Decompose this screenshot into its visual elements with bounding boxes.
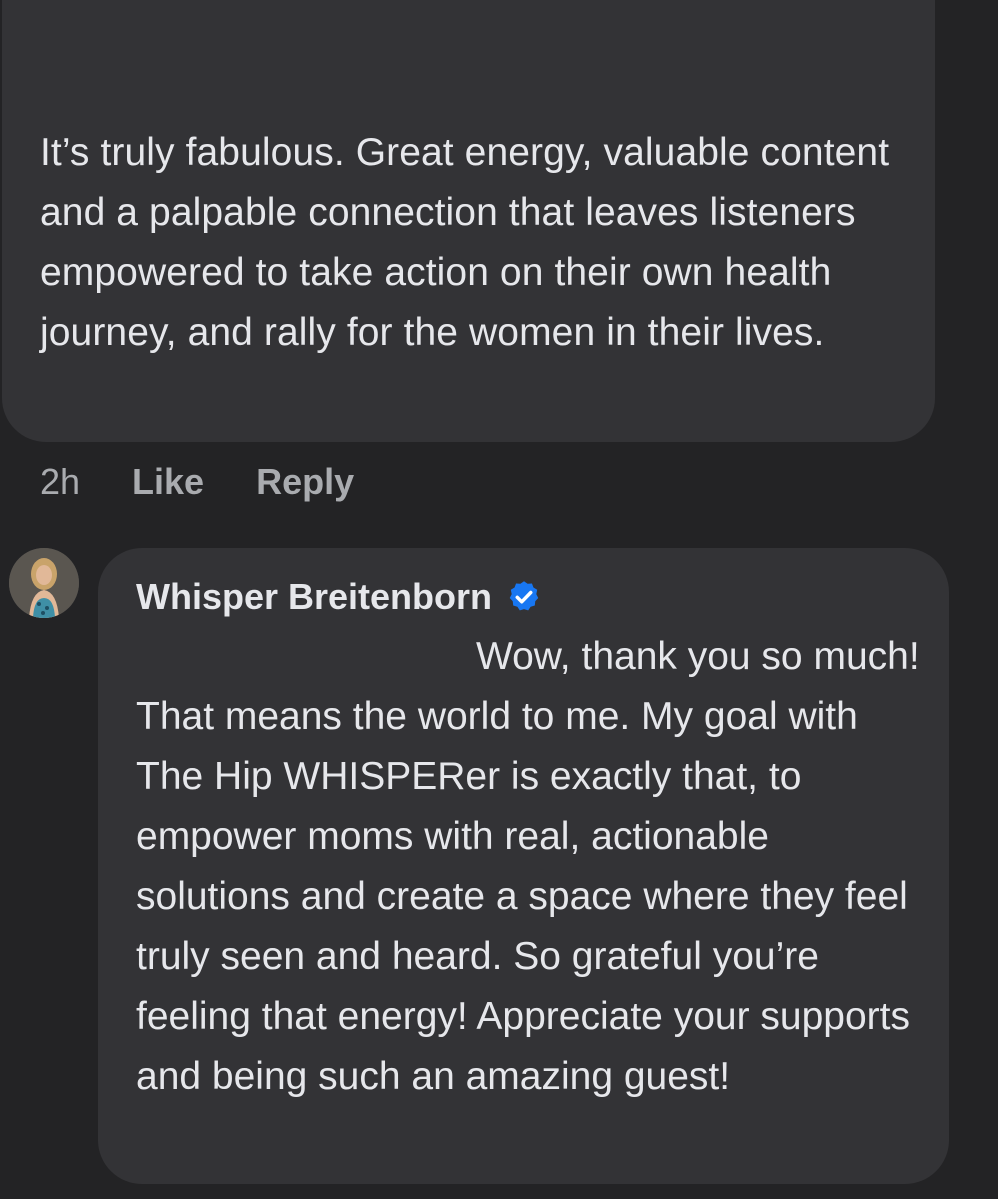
author-name[interactable]: Whisper Breitenborn [136, 576, 492, 618]
like-button[interactable]: Like [132, 461, 204, 503]
comment-timestamp: 2h [40, 461, 81, 502]
verified-badge-icon [506, 579, 542, 615]
reply-bubble: Whisper Breitenborn Wow, thank you so mu… [98, 548, 949, 1184]
comment-bubble: It’s truly fabulous. Great energy, valua… [2, 0, 935, 442]
avatar[interactable] [9, 548, 79, 618]
comment-text: It’s truly fabulous. Great energy, valua… [40, 131, 890, 354]
comment-actions: 2h Like Reply [40, 458, 354, 506]
comment-thread: It’s truly fabulous. Great energy, valua… [0, 0, 998, 1199]
avatar-photo [9, 548, 79, 618]
reply-text: Wow, thank you so much! That means the w… [136, 635, 920, 1098]
reply-author: Whisper Breitenborn [136, 576, 542, 618]
reply-button[interactable]: Reply [256, 461, 354, 503]
